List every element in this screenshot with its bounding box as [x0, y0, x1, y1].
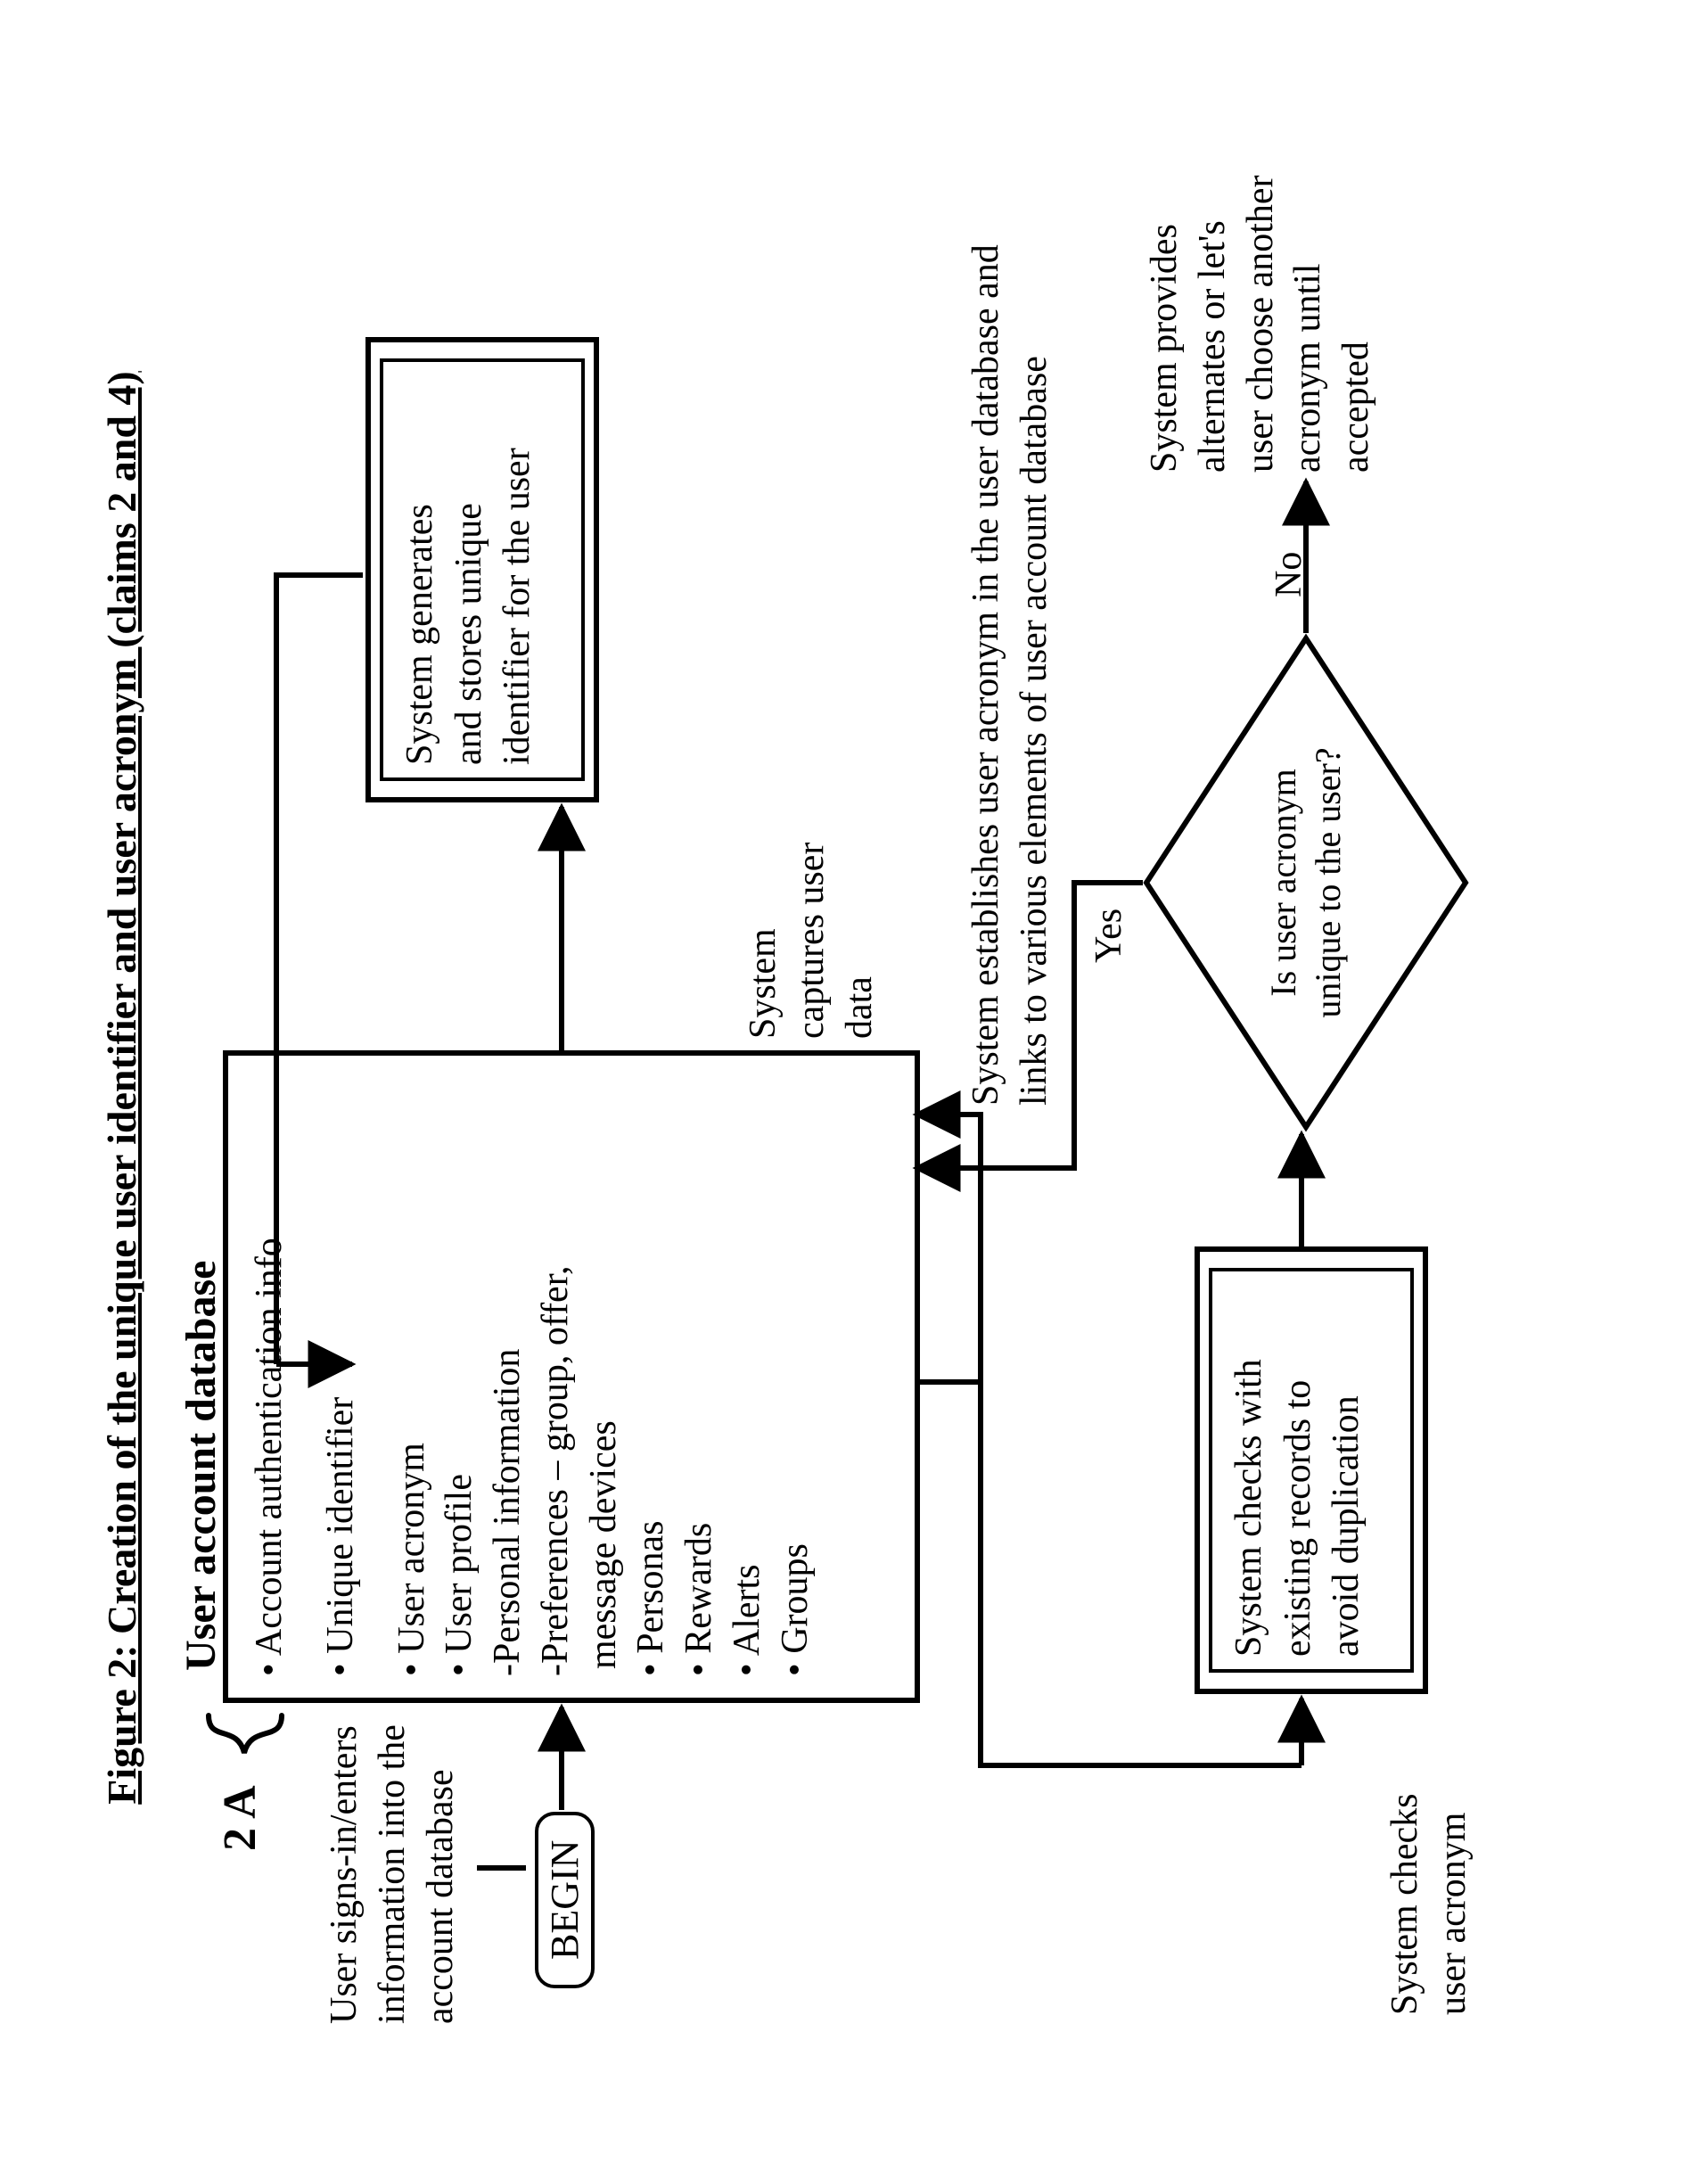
uid-process-text: System generates and stores unique ident…: [396, 358, 542, 765]
text-line: and stores unique: [445, 358, 494, 765]
text-line: System generates: [396, 358, 445, 765]
db-heading: User account database: [177, 1261, 226, 1671]
text-line: data: [836, 843, 884, 1039]
list-item: -Preferences – group, offer,: [532, 1238, 580, 1676]
text-line: User signs-in/enters: [321, 1724, 369, 2024]
establish-text: System establishes user acronym in the u…: [963, 244, 1059, 1106]
text-line: System provides: [1141, 175, 1189, 473]
text-line: accepted: [1333, 175, 1381, 473]
text-line: user acronym: [1430, 1794, 1478, 2015]
check-process-box: System checks with existing records to a…: [1195, 1246, 1428, 1694]
text-line: account database: [417, 1724, 465, 2024]
text-line: acronym until: [1285, 175, 1333, 473]
text-line: links to various elements of user accoun…: [1011, 244, 1059, 1106]
list-item: • Unique identifier: [317, 1238, 365, 1676]
text-line: System establishes user acronym in the u…: [963, 244, 1011, 1106]
check-label: System checks user acronym: [1382, 1794, 1478, 2015]
capture-label: System captures user data: [740, 843, 883, 1039]
text-line: System checks with: [1225, 1268, 1274, 1657]
list-item: • Rewards: [676, 1238, 724, 1676]
text-line: identifier for the user: [493, 358, 542, 765]
user-account-database-box: User account database • Account authenti…: [223, 1050, 920, 1703]
figure-tag-2a: 2 A: [214, 1785, 267, 1851]
text-line: existing records to: [1274, 1268, 1323, 1657]
list-item: • User profile: [436, 1238, 484, 1676]
alternates-text: System provides alternates or let's user…: [1141, 175, 1381, 473]
text-line: System checks: [1382, 1794, 1430, 2015]
no-label: No: [1266, 552, 1314, 597]
list-item: • Alerts: [724, 1238, 772, 1676]
list-item: • Personas: [628, 1238, 676, 1676]
text-line: unique to the user?: [1306, 747, 1351, 1017]
list-item: • Groups: [772, 1238, 820, 1676]
text-line: Is user acronym: [1261, 747, 1306, 1017]
text-line: System: [740, 843, 788, 1039]
list-item: -Personal information: [484, 1238, 532, 1676]
list-item: • Account authentication info: [246, 1238, 294, 1676]
text-line: avoid duplication: [1322, 1268, 1371, 1657]
begin-terminator: BEGIN: [535, 1812, 595, 1988]
list-item: • User acronym: [389, 1238, 437, 1676]
db-list: • Account authentication info • Unique i…: [246, 1238, 819, 1676]
uid-process-box: System generates and stores unique ident…: [365, 337, 599, 802]
yes-label: Yes: [1086, 909, 1134, 963]
text-line: information into the: [369, 1724, 417, 2024]
check-process-text: System checks with existing records to a…: [1225, 1268, 1371, 1657]
decision-text: Is user acronym unique to the user?: [1261, 747, 1351, 1017]
text-line: user choose another: [1237, 175, 1285, 473]
curly-brace-icon: [205, 1707, 285, 1760]
text-line: alternates or let's: [1189, 175, 1237, 473]
figure-title: Figure 2: Creation of the unique user id…: [98, 371, 145, 1804]
decision-diamond: Is user acronym unique to the user?: [1141, 633, 1471, 1132]
signin-text: User signs-in/enters information into th…: [321, 1724, 464, 2024]
list-item: message devices: [580, 1238, 628, 1676]
text-line: captures user: [788, 843, 836, 1039]
